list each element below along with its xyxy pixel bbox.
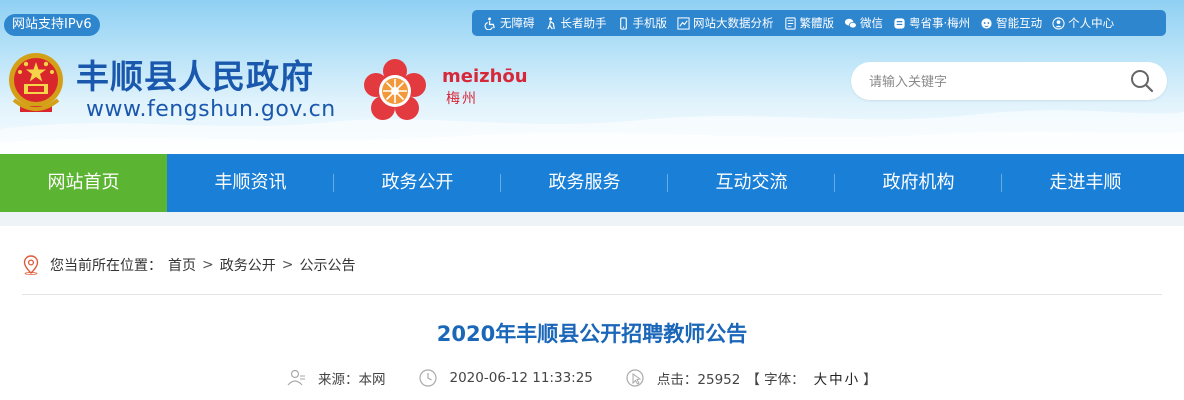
wechat-label: 微信: [860, 16, 883, 30]
font-medium-button[interactable]: 中: [829, 368, 843, 388]
national-emblem-icon: [9, 53, 63, 112]
nav-home-label: 网站首页: [47, 172, 120, 193]
article-meta: 来源：本网 2020-06-12 11:33:25 点击：25952 【 字体：…: [286, 366, 909, 390]
nav-government-affairs-disclosure[interactable]: 政务公开: [334, 154, 501, 212]
meizhou-logo-cn: 梅州: [446, 91, 478, 107]
source-label: 来源：本网: [318, 372, 386, 388]
meizhou-plum-blossom-logo: [364, 59, 426, 120]
traditional-chinese-link[interactable]: 繁體版: [784, 15, 835, 31]
personal-center-link[interactable]: 个人中心: [1052, 15, 1114, 31]
site-url[interactable]: www.fengshun.gov.cn: [86, 97, 336, 122]
elder-assistant-link[interactable]: 长者助手: [545, 15, 607, 31]
accessibility-link[interactable]: 无障碍: [484, 15, 535, 31]
wechat-icon: [844, 18, 857, 28]
utility-toolbar: 无障碍 长者助手 手机版 网站大数据分析 繁體版 微信 粤省事·梅州 智能互动: [472, 10, 1166, 36]
clicks-label: 点击：25952: [656, 372, 741, 388]
font-size-close: 】: [863, 372, 877, 388]
nav-interaction[interactable]: 互动交流: [668, 154, 835, 212]
accessibility-label: 无障碍: [500, 16, 535, 30]
big-data-link[interactable]: 网站大数据分析: [677, 15, 774, 31]
nav-about-fengshun[interactable]: 走进丰顺: [1002, 154, 1169, 212]
nav-government-agencies[interactable]: 政府机构: [835, 154, 1002, 212]
document-icon: [784, 16, 796, 30]
article-title: 2020年丰顺县公开招聘教师公告: [436, 322, 748, 346]
breadcrumb-home[interactable]: 首页: [168, 255, 196, 275]
app-icon: [894, 17, 905, 29]
elder-assistant-label: 长者助手: [560, 16, 607, 30]
article-source: 来源：本网: [286, 368, 386, 388]
nav-government-services-label: 政务服务: [548, 172, 621, 193]
wechat-link[interactable]: 微信: [844, 15, 883, 31]
nav-fengshun-news-label: 丰顺资讯: [214, 172, 287, 193]
breadcrumb-separator: >: [281, 257, 294, 273]
wheelchair-icon: [484, 16, 495, 30]
breadcrumb-government-affairs-disclosure[interactable]: 政务公开: [220, 255, 276, 275]
breadcrumb-prefix: 您当前所在位置：: [50, 258, 162, 274]
mobile-icon: [619, 16, 627, 30]
article-clicks-and-font: 点击：25952 【 字体： 大 中 小 】: [625, 368, 877, 388]
nav-home[interactable]: 网站首页: [0, 154, 167, 212]
site-name[interactable]: 丰顺县人民政府: [76, 50, 314, 98]
yueshengshi-link[interactable]: 粤省事·梅州: [893, 15, 970, 31]
content-panel: 您当前所在位置： 首页 > 政务公开 > 公示公告 2020年丰顺县公开招聘教师…: [0, 226, 1184, 400]
nav-government-affairs-disclosure-label: 政务公开: [381, 172, 454, 193]
smart-interaction-link[interactable]: 智能互动: [980, 15, 1042, 31]
font-size-open: 【 字体：: [746, 372, 805, 388]
ipv6-badge: 网站支持IPv6: [4, 14, 100, 36]
nav-about-fengshun-label: 走进丰顺: [1049, 172, 1122, 193]
nav-government-services[interactable]: 政务服务: [501, 154, 668, 212]
main-navigation: 网站首页 丰顺资讯 政务公开 政务服务 互动交流 政府机构 走进丰顺: [0, 154, 1184, 212]
font-small-button[interactable]: 小: [845, 368, 859, 388]
source-user-icon: [287, 369, 305, 386]
breadcrumb-divider: [22, 294, 1162, 295]
breadcrumb-separator: >: [202, 257, 214, 273]
chart-icon: [677, 16, 690, 30]
traditional-chinese-label: 繁體版: [799, 16, 835, 30]
article-datetime: 2020-06-12 11:33:25: [418, 368, 593, 388]
meizhou-logo-text: meizhōu: [442, 66, 528, 87]
datetime-value: 2020-06-12 11:33:25: [449, 370, 593, 386]
click-cursor-icon: [626, 369, 644, 387]
search-icon[interactable]: [1129, 68, 1155, 94]
search-input[interactable]: [867, 62, 1121, 102]
robot-icon: [981, 17, 992, 29]
font-large-button[interactable]: 大: [814, 368, 828, 388]
smart-interaction-label: 智能互动: [996, 16, 1043, 30]
search-box: [851, 62, 1167, 102]
location-pin-icon: [23, 255, 39, 275]
nav-interaction-label: 互动交流: [715, 172, 788, 193]
user-icon: [1052, 16, 1065, 30]
breadcrumb: 您当前所在位置： 首页 > 政务公开 > 公示公告: [22, 253, 355, 277]
big-data-label: 网站大数据分析: [693, 16, 774, 30]
nav-fengshun-news[interactable]: 丰顺资讯: [167, 154, 334, 212]
elder-icon: [546, 16, 555, 29]
site-header: 网站支持IPv6 无障碍 长者助手 手机版 网站大数据分析 繁體版 微信 粤省事: [0, 0, 1184, 154]
yueshengshi-label: 粤省事·梅州: [909, 16, 971, 30]
clock-icon: [418, 369, 437, 387]
nav-government-agencies-label: 政府机构: [882, 172, 955, 193]
mobile-version-link[interactable]: 手机版: [617, 15, 668, 31]
breadcrumb-public-notices[interactable]: 公示公告: [299, 255, 355, 275]
mobile-version-label: 手机版: [632, 16, 668, 30]
personal-center-label: 个人中心: [1068, 16, 1115, 30]
